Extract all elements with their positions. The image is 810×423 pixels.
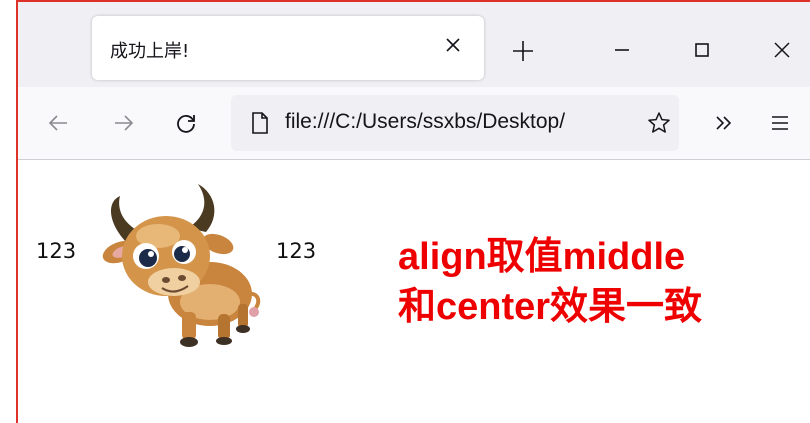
url-text: file:///C:/Users/ssxbs/Desktop/ bbox=[285, 110, 566, 133]
minimize-icon bbox=[615, 49, 629, 51]
address-bar[interactable]: file:///C:/Users/ssxbs/Desktop/ bbox=[231, 95, 679, 151]
tab-active[interactable]: 成功上岸! bbox=[92, 16, 484, 80]
chevron-double-right-icon bbox=[716, 116, 732, 130]
text-after: 123 bbox=[276, 239, 317, 263]
tab-strip: 成功上岸! bbox=[18, 2, 810, 87]
menu-button[interactable] bbox=[762, 105, 798, 141]
close-icon bbox=[774, 42, 790, 58]
star-icon[interactable] bbox=[647, 111, 671, 135]
plus-icon bbox=[513, 41, 533, 61]
reload-button[interactable] bbox=[168, 105, 204, 141]
ox-image bbox=[102, 184, 261, 347]
maximize-button[interactable] bbox=[682, 32, 722, 68]
page-icon bbox=[252, 112, 268, 134]
annotation-caption: align取值middle 和center效果一致 bbox=[398, 232, 702, 332]
back-arrow-icon bbox=[48, 115, 67, 131]
close-icon bbox=[446, 38, 460, 52]
forward-arrow-icon bbox=[115, 115, 134, 131]
forward-button[interactable] bbox=[106, 105, 142, 141]
navigation-bar: file:///C:/Users/ssxbs/Desktop/ bbox=[18, 87, 810, 160]
annotation-line-2: 和center效果一致 bbox=[398, 286, 703, 328]
text-before: 123 bbox=[36, 239, 77, 263]
page-content: 123 123 align取值middle 和center效果一致 bbox=[18, 160, 810, 423]
tab-close-button[interactable] bbox=[438, 30, 468, 60]
new-tab-button[interactable] bbox=[506, 34, 540, 68]
window-close-button[interactable] bbox=[762, 32, 802, 68]
overflow-button[interactable] bbox=[706, 105, 742, 141]
hamburger-menu-icon bbox=[772, 116, 788, 130]
maximize-icon bbox=[695, 43, 709, 57]
back-button[interactable] bbox=[40, 105, 76, 141]
browser-window: 成功上岸! file:///C:/Users/ssxbs/Desktop/ 12… bbox=[16, 0, 810, 423]
minimize-button[interactable] bbox=[602, 32, 642, 68]
annotation-line-1: align取值middle bbox=[398, 236, 686, 278]
tab-title: 成功上岸! bbox=[110, 41, 190, 62]
reload-icon bbox=[177, 115, 195, 133]
